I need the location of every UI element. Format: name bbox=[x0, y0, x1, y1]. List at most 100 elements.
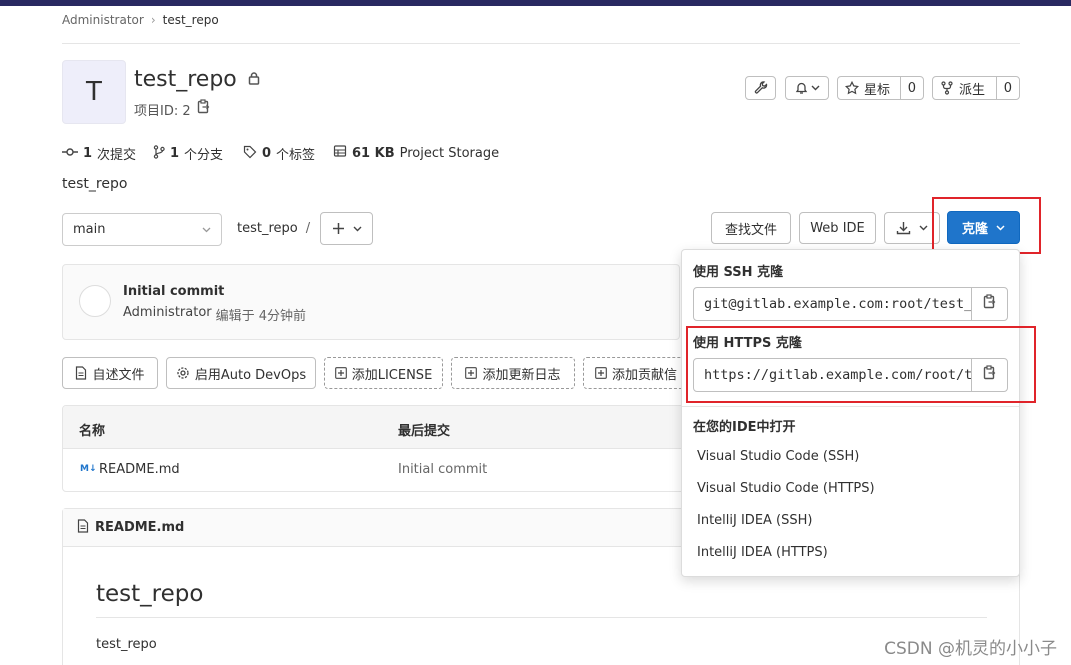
stat-branches[interactable]: 1 个分支 bbox=[153, 144, 223, 163]
file-icon bbox=[75, 366, 87, 380]
web-ide-button[interactable]: Web IDE bbox=[799, 212, 876, 244]
storage-label: Project Storage bbox=[399, 145, 500, 161]
chevron-down-icon bbox=[811, 85, 820, 91]
stat-commits[interactable]: 1 次提交 bbox=[62, 144, 136, 163]
breadcrumb-current[interactable]: test_repo bbox=[163, 13, 219, 27]
commit-time: 编辑于 4分钟前 bbox=[215, 309, 307, 324]
breadcrumb-separator: › bbox=[150, 13, 156, 27]
stat-storage: 61 KB Project Storage bbox=[333, 144, 499, 162]
repo-path: test_repo / bbox=[237, 221, 310, 236]
stat-tags[interactable]: 0 个标签 bbox=[243, 144, 315, 163]
add-contributing-button[interactable]: 添加贡献信 bbox=[583, 357, 693, 389]
gear-icon bbox=[176, 366, 190, 380]
add-changelog-label: 添加更新日志 bbox=[482, 367, 561, 383]
ide-option-vscode-https[interactable]: Visual Studio Code (HTTPS) bbox=[697, 481, 875, 496]
highlight-https-clone bbox=[686, 326, 1036, 403]
auto-devops-label: 启用Auto DevOps bbox=[194, 367, 307, 383]
commit-icon bbox=[62, 146, 78, 161]
plus-square-icon bbox=[465, 367, 478, 379]
last-commit-panel: Initial commit Administrator 编辑于 4分钟前 bbox=[62, 264, 680, 340]
project-avatar: T bbox=[62, 60, 126, 124]
breadcrumb: Administrator › test_repo bbox=[62, 13, 219, 27]
tags-count: 0 bbox=[262, 146, 272, 161]
commit-meta: Administrator 编辑于 4分钟前 bbox=[123, 305, 306, 324]
divider bbox=[62, 43, 1020, 44]
repo-path-root[interactable]: test_repo bbox=[237, 221, 298, 236]
ide-option-vscode-ssh[interactable]: Visual Studio Code (SSH) bbox=[697, 449, 859, 464]
readme-label: 自述文件 bbox=[92, 367, 145, 383]
highlight-clone-button bbox=[932, 197, 1041, 254]
storage-icon bbox=[333, 144, 347, 162]
fork-button[interactable]: 派生 0 bbox=[932, 76, 1020, 100]
chevron-down-icon bbox=[353, 226, 362, 232]
project-id-label: 项目ID: 2 bbox=[134, 103, 191, 119]
column-name: 名称 bbox=[79, 424, 106, 439]
project-id: 项目ID: 2 bbox=[134, 99, 211, 119]
divider bbox=[682, 406, 1019, 407]
branches-count: 1 bbox=[170, 146, 180, 161]
breadcrumb-parent[interactable]: Administrator bbox=[62, 13, 144, 27]
lock-icon bbox=[247, 71, 261, 89]
file-last-commit[interactable]: Initial commit bbox=[398, 462, 487, 477]
copy-icon[interactable] bbox=[197, 99, 211, 119]
top-navbar bbox=[0, 0, 1071, 6]
divider bbox=[96, 617, 987, 618]
commit-author[interactable]: Administrator bbox=[123, 305, 212, 324]
add-changelog-button[interactable]: 添加更新日志 bbox=[451, 357, 575, 389]
wrench-icon bbox=[754, 81, 768, 95]
path-separator: / bbox=[305, 221, 311, 236]
file-icon bbox=[77, 518, 89, 537]
ssh-clone-title: 使用 SSH 克隆 bbox=[693, 265, 784, 280]
column-last-commit: 最后提交 bbox=[398, 424, 451, 439]
file-name[interactable]: README.md bbox=[99, 462, 180, 477]
author-avatar[interactable] bbox=[79, 285, 111, 317]
star-label: 星标 bbox=[864, 82, 891, 98]
fork-count: 0 bbox=[995, 77, 1019, 99]
plus-square-icon bbox=[334, 367, 347, 379]
tag-icon bbox=[243, 145, 257, 163]
tags-label: 个标签 bbox=[276, 148, 316, 163]
add-contributing-label: 添加贡献信 bbox=[612, 367, 678, 383]
ide-option-intellij-https[interactable]: IntelliJ IDEA (HTTPS) bbox=[697, 545, 828, 560]
readme-body: test_repo bbox=[96, 637, 157, 652]
add-dropdown-button[interactable] bbox=[320, 212, 373, 245]
commits-label: 次提交 bbox=[97, 148, 137, 163]
find-file-button[interactable]: 查找文件 bbox=[711, 212, 791, 244]
fork-label: 派生 bbox=[959, 82, 986, 98]
branches-label: 个分支 bbox=[184, 148, 224, 163]
auto-devops-button[interactable]: 启用Auto DevOps bbox=[166, 357, 316, 389]
plus-icon bbox=[332, 222, 345, 235]
commit-title[interactable]: Initial commit bbox=[123, 284, 224, 299]
ide-option-intellij-ssh[interactable]: IntelliJ IDEA (SSH) bbox=[697, 513, 812, 528]
readme-heading: test_repo bbox=[96, 581, 204, 607]
star-button[interactable]: 星标 0 bbox=[837, 76, 924, 100]
commits-count: 1 bbox=[83, 146, 93, 161]
star-icon bbox=[845, 81, 859, 95]
branch-selector[interactable]: main bbox=[62, 213, 222, 246]
chevron-down-icon bbox=[919, 225, 928, 231]
copy-ssh-button[interactable] bbox=[971, 288, 1007, 320]
settings-button[interactable] bbox=[745, 76, 776, 100]
branch-name: main bbox=[73, 222, 106, 237]
notification-dropdown[interactable] bbox=[785, 76, 829, 100]
bell-icon bbox=[795, 81, 808, 95]
ide-open-title: 在您的IDE中打开 bbox=[693, 420, 796, 435]
watermark: CSDN @机灵的小小子 bbox=[884, 639, 1057, 659]
branch-icon bbox=[153, 144, 165, 163]
add-license-button[interactable]: 添加LICENSE bbox=[324, 357, 443, 389]
ssh-url-field[interactable]: git@gitlab.example.com:root/test_repo.gi… bbox=[693, 287, 1008, 321]
project-avatar-letter: T bbox=[86, 77, 102, 107]
chevron-down-icon bbox=[202, 227, 211, 233]
readme-button[interactable]: 自述文件 bbox=[62, 357, 158, 389]
project-title: test_repo bbox=[134, 67, 261, 92]
plus-square-icon bbox=[595, 367, 607, 379]
add-license-label: 添加LICENSE bbox=[351, 367, 433, 383]
fork-icon bbox=[940, 81, 954, 95]
star-count: 0 bbox=[899, 77, 923, 99]
copy-icon bbox=[983, 294, 997, 314]
ssh-url[interactable]: git@gitlab.example.com:root/test_repo.gi… bbox=[694, 288, 971, 320]
project-description: test_repo bbox=[62, 176, 128, 192]
project-name: test_repo bbox=[134, 67, 237, 92]
readme-file-name[interactable]: README.md bbox=[95, 520, 184, 535]
storage-size: 61 KB bbox=[352, 145, 395, 161]
